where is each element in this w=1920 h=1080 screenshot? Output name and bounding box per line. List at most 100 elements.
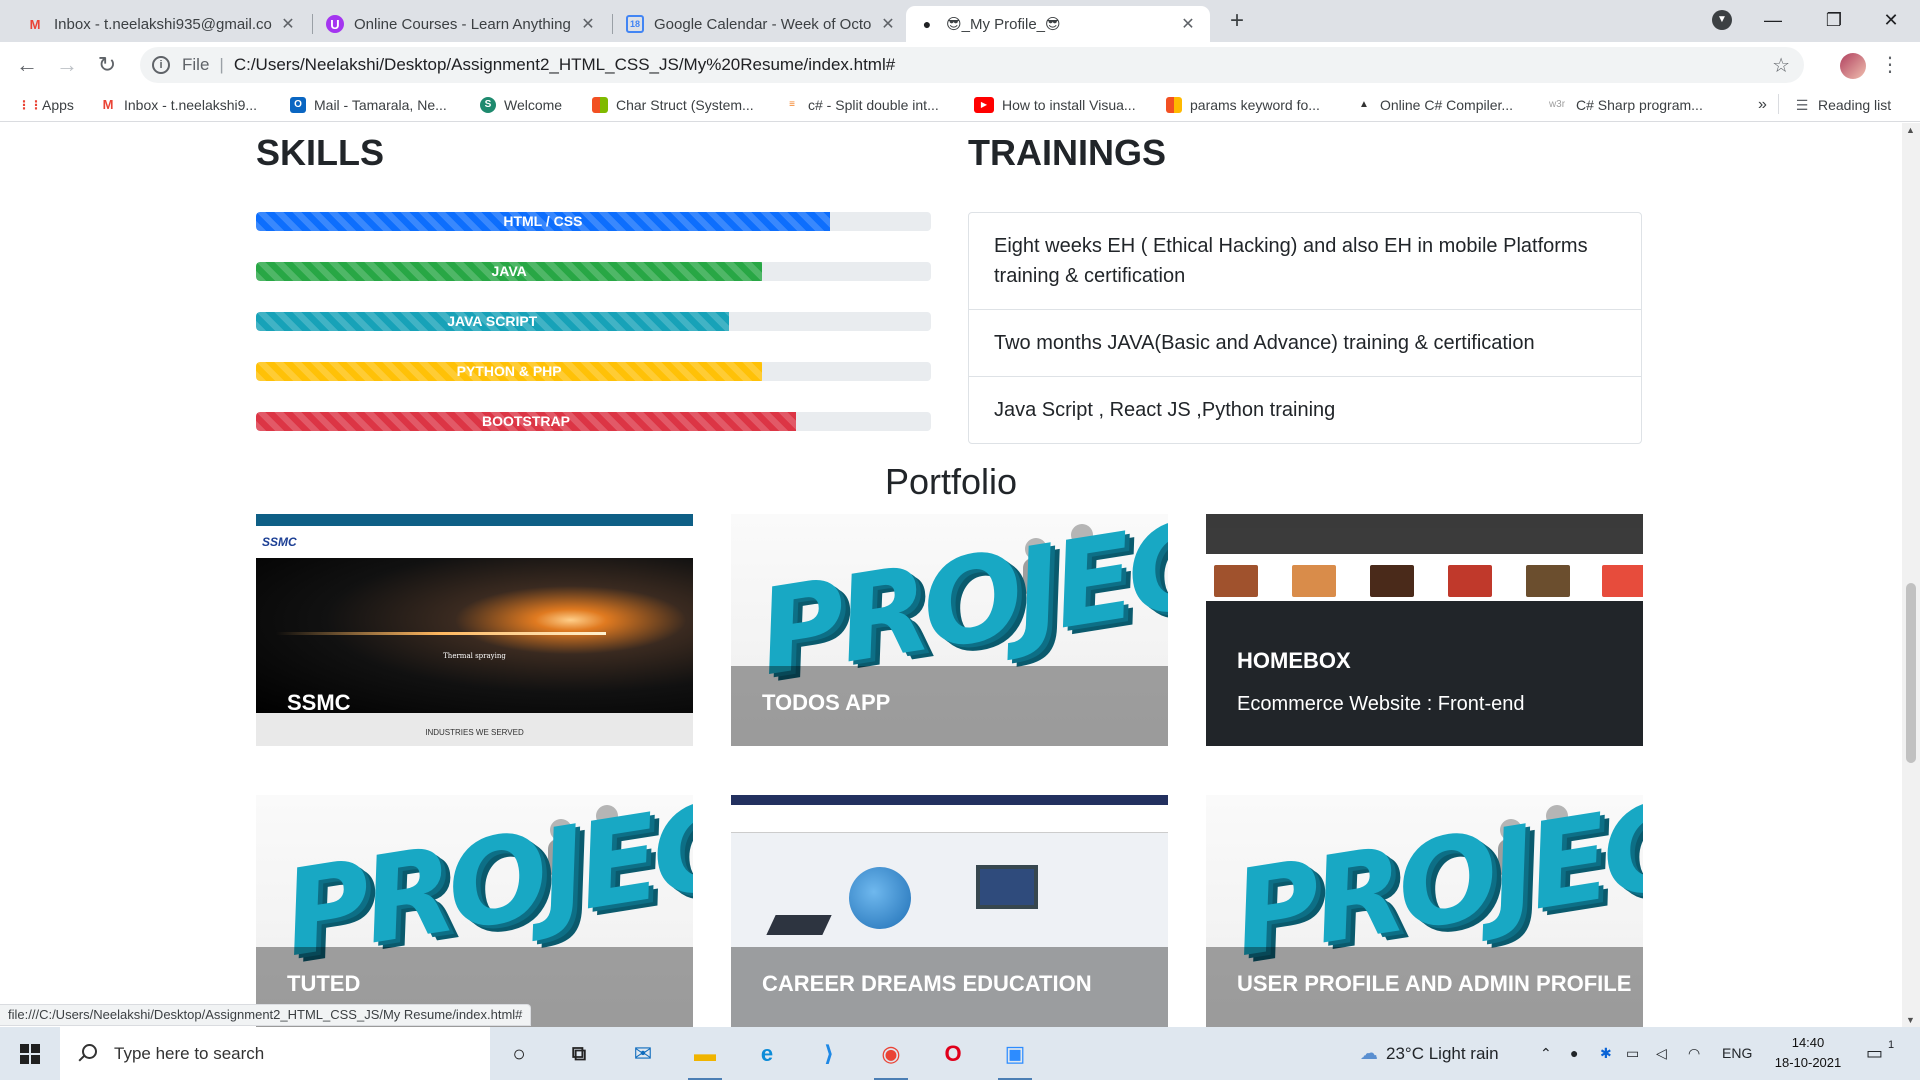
tab-search-icon[interactable]: ▼: [1712, 10, 1732, 30]
start-button[interactable]: [0, 1027, 58, 1080]
windows-logo-icon: [31, 1044, 40, 1053]
portfolio-card-title: HOMEBOX: [1237, 648, 1351, 673]
stackoverflow-icon: ≡: [789, 99, 795, 110]
bookmark-welcome[interactable]: S Welcome: [480, 94, 562, 116]
notifications-count: 1: [1888, 1039, 1895, 1051]
bookmarks-bar: ⋮⋮ Apps M Inbox - t.neelakshi9... O Mail…: [0, 88, 1920, 122]
window-close-icon[interactable]: ✕: [1868, 0, 1914, 40]
address-bar[interactable]: i File | C:/Users/Neelakshi/Desktop/Assi…: [140, 47, 1804, 83]
microphone-icon[interactable]: ●: [1570, 1027, 1578, 1080]
portfolio-card-tuted[interactable]: PROJECT TUTED: [256, 795, 693, 1027]
bookmark-char-struct[interactable]: Char Struct (System...: [592, 94, 754, 116]
close-icon[interactable]: ✕: [1178, 14, 1198, 34]
file-explorer-icon[interactable]: ▬: [686, 1035, 724, 1080]
tab-strip: M Inbox - t.neelakshi935@gmail.com ✕ U O…: [0, 0, 1920, 42]
windows-logo-icon: [31, 1055, 40, 1064]
language-indicator[interactable]: ENG: [1722, 1027, 1752, 1080]
product-thumbnail: [1370, 565, 1414, 597]
weather-icon[interactable]: ☁: [1360, 1027, 1378, 1080]
address-divider: |: [219, 55, 224, 74]
chrome-icon[interactable]: ◉: [872, 1035, 910, 1080]
edge-icon[interactable]: e: [748, 1035, 786, 1073]
battery-icon[interactable]: ▭: [1626, 1027, 1639, 1080]
reading-list-label: Reading list: [1818, 97, 1892, 113]
tab-calendar[interactable]: 18 Google Calendar - Week of Octob ✕: [614, 6, 910, 42]
windows-logo-icon: [20, 1044, 29, 1053]
zoom-icon[interactable]: ▣: [996, 1035, 1034, 1080]
microsoft-icon: [1166, 97, 1182, 113]
product-thumbnail: [1602, 565, 1643, 597]
compiler-icon: ▲: [1359, 99, 1369, 110]
tab-title: Google Calendar - Week of Octob: [654, 15, 872, 33]
new-tab-button[interactable]: +: [1222, 6, 1252, 36]
forward-icon[interactable]: →: [52, 50, 82, 80]
tab-gmail[interactable]: M Inbox - t.neelakshi935@gmail.com ✕: [14, 6, 310, 42]
page-scrollbar[interactable]: ▲ ▼: [1902, 123, 1920, 1027]
browser-menu-icon[interactable]: ⋮: [1880, 52, 1900, 78]
opera-icon[interactable]: O: [934, 1035, 972, 1073]
bookmark-stackoverflow[interactable]: ≡ c# - Split double int...: [784, 94, 939, 116]
cortana-icon[interactable]: ○: [500, 1035, 538, 1073]
scroll-down-icon[interactable]: ▼: [1906, 1015, 1915, 1025]
bookmark-youtube[interactable]: ▶ How to install Visua...: [974, 94, 1136, 116]
homebox-topbar: [1206, 514, 1643, 528]
portfolio-card-ssmc[interactable]: SSMC Thermal spraying INDUSTRIES WE SERV…: [256, 514, 693, 746]
bookmark-label: Welcome: [504, 97, 563, 113]
close-icon[interactable]: ✕: [278, 14, 298, 34]
portfolio-card-career-dreams[interactable]: CAREER DREAMS EDUCATION: [731, 795, 1168, 1027]
close-icon[interactable]: ✕: [578, 14, 598, 34]
back-icon[interactable]: ←: [12, 50, 42, 80]
minimize-icon[interactable]: —: [1750, 0, 1796, 40]
scrollbar-thumb[interactable]: [1906, 583, 1916, 763]
task-view-icon[interactable]: ⧉: [560, 1035, 598, 1073]
skill-bar-fill: PYTHON & PHP: [256, 362, 763, 381]
bookmark-w3resource[interactable]: w3r C# Sharp program...: [1546, 94, 1703, 116]
wifi-icon[interactable]: ◠: [1688, 1027, 1700, 1080]
clock-date: 18-10-2021: [1774, 1055, 1842, 1070]
bluetooth-icon[interactable]: ✱: [1600, 1027, 1612, 1080]
skype-icon: S: [480, 97, 496, 113]
bookmarks-overflow-icon[interactable]: »: [1758, 94, 1767, 116]
bookmark-apps[interactable]: ⋮⋮ Apps: [18, 94, 74, 116]
vscode-icon[interactable]: ⟩: [810, 1035, 848, 1073]
portfolio-card-homebox[interactable]: HOMEBOX Ecommerce Website : Front-end: [1206, 514, 1643, 746]
windows-logo-icon: [20, 1055, 29, 1064]
training-item: Java Script , React JS ,Python training: [994, 399, 1336, 421]
bookmark-label: params keyword fo...: [1190, 97, 1320, 113]
notifications-icon[interactable]: ▭: [1866, 1027, 1883, 1080]
outlook-icon: O: [290, 97, 306, 113]
tab-udemy[interactable]: U Online Courses - Learn Anything, ✕: [314, 6, 610, 42]
portfolio-card-todos-app[interactable]: PROJECT TODOS APP: [731, 514, 1168, 746]
reading-list-icon: ☰: [1795, 97, 1809, 113]
tab-separator: [612, 14, 613, 34]
bookmark-online-compiler[interactable]: ▲ Online C# Compiler...: [1356, 94, 1513, 116]
bookmark-label: Inbox - t.neelakshi9...: [124, 97, 258, 113]
clock[interactable]: 14:40 18-10-2021: [1772, 1033, 1844, 1073]
mail-icon[interactable]: ✉: [624, 1035, 662, 1073]
bookmark-star-icon[interactable]: ☆: [1772, 53, 1790, 78]
reading-list-button[interactable]: ☰ Reading list: [1794, 94, 1891, 116]
portfolio-card-user-admin-profile[interactable]: PROJECT USER PROFILE AND ADMIN PROFILE: [1206, 795, 1643, 1027]
globe-illustration: [849, 867, 911, 929]
show-hidden-icons-icon[interactable]: ⌃: [1540, 1027, 1552, 1080]
address-url[interactable]: C:/Users/Neelakshi/Desktop/Assignment2_H…: [234, 55, 895, 75]
close-icon[interactable]: ✕: [878, 14, 898, 34]
volume-icon[interactable]: ◁: [1656, 1027, 1667, 1080]
taskbar-search-box[interactable]: Type here to search: [60, 1027, 490, 1080]
reload-icon[interactable]: ↻: [92, 50, 122, 80]
bookmark-gmail[interactable]: M Inbox - t.neelakshi9...: [100, 94, 258, 116]
weather-text[interactable]: 23°C Light rain: [1386, 1027, 1499, 1080]
bookmark-label: c# - Split double int...: [808, 97, 939, 113]
gmail-icon: M: [102, 97, 114, 112]
profile-avatar[interactable]: [1840, 53, 1866, 79]
bookmark-outlook[interactable]: O Mail - Tamarala, Ne...: [290, 94, 447, 116]
skill-bar-fill: JAVA SCRIPT: [256, 312, 729, 331]
info-icon[interactable]: i: [152, 56, 170, 74]
scroll-up-icon[interactable]: ▲: [1906, 125, 1915, 135]
youtube-icon: ▶: [974, 97, 994, 113]
restore-icon[interactable]: ❐: [1811, 0, 1857, 40]
portfolio-heading: Portfolio: [884, 461, 1018, 502]
tab-my-profile[interactable]: ● 😎_My Profile_😎 ✕: [906, 6, 1210, 42]
tab-title: 😎_My Profile_😎: [946, 16, 1061, 33]
bookmark-params[interactable]: Online C# Compiler... params keyword fo.…: [1166, 94, 1320, 116]
